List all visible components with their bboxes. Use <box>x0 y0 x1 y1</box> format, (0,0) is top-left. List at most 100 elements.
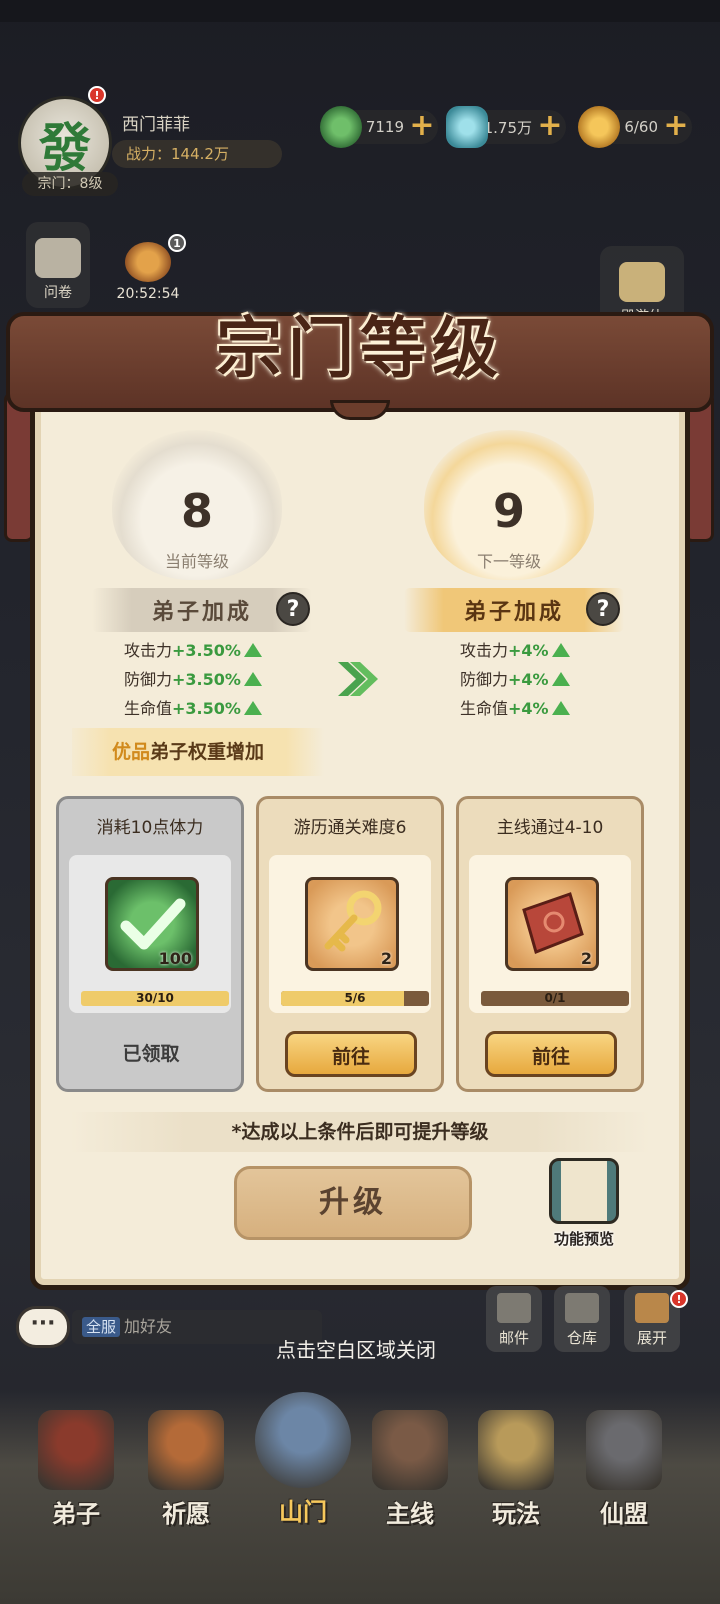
nav-gameplay-label: 玩法 <box>492 1499 540 1528</box>
current-level-label: 当前等级 <box>164 552 229 571</box>
up-arrow-icon <box>551 700 570 715</box>
next-level-label: 下一等级 <box>476 552 541 571</box>
next-stat-attack: 攻击力+4% <box>460 636 600 665</box>
task-progress-bar: 0/1 <box>481 991 629 1006</box>
up-arrow-icon <box>243 700 262 715</box>
task-progress-text: 30/10 <box>136 991 174 1005</box>
mail-button[interactable]: 邮件 <box>486 1286 542 1352</box>
current-stat-list: 攻击力+3.50% 防御力+3.50% 生命值+3.50% <box>124 636 294 723</box>
up-arrow-icon <box>551 642 570 657</box>
jade-coin-icon <box>320 106 362 148</box>
resource-money-bag[interactable]: 6/60 + <box>578 106 692 148</box>
quality-suffix: 弟子权重增加 <box>150 741 265 763</box>
task-progress-bar: 30/10 <box>81 991 229 1006</box>
next-stat-defense: 防御力+4% <box>460 665 600 694</box>
task-title: 消耗10点体力 <box>96 818 204 838</box>
red-scroll-icon[interactable]: 2 <box>505 877 599 971</box>
expand-label: 展开 <box>636 1329 667 1347</box>
avatar-glyph: 發 <box>38 117 91 179</box>
combat-power: 战力：144.2万 <box>112 140 282 168</box>
task-item-count: 2 <box>380 949 392 968</box>
gift-count-badge: 1 <box>168 234 186 252</box>
mountain-gate-icon <box>255 1392 351 1488</box>
quality-prefix: 优品 <box>112 741 151 763</box>
current-stat-hp: 生命值+3.50% <box>124 694 294 723</box>
task-progress-text: 5/6 <box>344 991 366 1005</box>
up-arrow-icon <box>243 671 262 686</box>
money-bag-icon <box>578 106 620 148</box>
nav-main-story-label: 主线 <box>386 1499 434 1528</box>
spirit-stone-icon <box>446 106 488 148</box>
avatar-notice-badge: ! <box>88 86 106 104</box>
claimed-label: 已领取 <box>122 1043 180 1065</box>
current-level-number: 8 <box>180 484 213 538</box>
status-bar <box>0 0 720 22</box>
nav-wish[interactable]: 祈愿 <box>136 1410 236 1540</box>
task-reward-area: 2 5/6 <box>269 855 431 1013</box>
task-card-stamina: 消耗10点体力 100 30/10 已领取 <box>56 796 244 1092</box>
task-progress-bar: 5/6 <box>281 991 429 1006</box>
nav-mountain-gate-label: 山门 <box>279 1497 327 1526</box>
next-level-number: 9 <box>492 484 525 538</box>
task-card-mainline: 主线通过4-10 2 0/1 前往 <box>456 796 644 1092</box>
gift-pouch-icon <box>125 242 171 282</box>
add-money-bag-icon[interactable]: + <box>662 111 690 141</box>
level-progress-arrow-icon <box>338 662 378 696</box>
gameplay-book-icon <box>478 1410 554 1490</box>
nav-gameplay[interactable]: 玩法 <box>466 1410 566 1540</box>
add-jade-icon[interactable]: + <box>408 111 436 141</box>
alliance-emblem-icon <box>586 1410 662 1490</box>
sect-level-label: 宗门：8级 <box>22 172 118 196</box>
quality-weight-banner: 优品弟子权重增加 <box>72 728 324 776</box>
golden-key-icon[interactable]: 2 <box>305 877 399 971</box>
nav-main-story[interactable]: 主线 <box>360 1410 460 1540</box>
next-stat-hp: 生命值+4% <box>460 694 600 723</box>
task-card-travel: 游历通关难度6 2 5/6 前往 <box>256 796 444 1092</box>
warehouse-label: 仓库 <box>566 1329 597 1347</box>
upgrade-button[interactable]: 升级 <box>234 1166 472 1240</box>
scroll-icon <box>549 1158 619 1224</box>
up-arrow-icon <box>243 642 262 657</box>
task-reward-area: 2 0/1 <box>469 855 631 1013</box>
nav-wish-label: 祈愿 <box>162 1499 210 1528</box>
next-bonus-help-icon[interactable]: ? <box>586 592 620 626</box>
task-item-count: 2 <box>580 949 592 968</box>
resource-spirit-stone-value: 1.75万 <box>483 118 532 137</box>
next-bonus-title-text: 弟子加成 <box>463 600 564 625</box>
warehouse-button[interactable]: 仓库 <box>554 1286 610 1352</box>
up-arrow-icon <box>551 671 570 686</box>
task-item-count: 100 <box>158 949 192 968</box>
check-orb-icon: 100 <box>105 877 199 971</box>
go-button-mainline[interactable]: 前往 <box>485 1031 617 1077</box>
current-bonus-title-text: 弟子加成 <box>151 600 252 625</box>
nav-mountain-gate[interactable]: 山门 <box>248 1392 358 1526</box>
current-bonus-help-icon[interactable]: ? <box>276 592 310 626</box>
go-button-travel[interactable]: 前往 <box>285 1031 417 1077</box>
mail-icon <box>497 1293 531 1323</box>
main-story-icon <box>372 1410 448 1490</box>
disciple-portrait-icon <box>38 1410 114 1490</box>
questionnaire-icon <box>35 238 81 278</box>
feature-preview-label: 功能预览 <box>553 1230 614 1248</box>
resource-jade[interactable]: 7119 + <box>320 106 438 148</box>
nav-disciples[interactable]: 弟子 <box>26 1410 126 1540</box>
panel-title: 宗门等级 <box>216 309 504 387</box>
task-title: 游历通关难度6 <box>293 818 407 838</box>
expand-notice-badge: ! <box>670 1290 688 1308</box>
expand-icon <box>635 1293 669 1323</box>
task-reward-area: 100 30/10 <box>69 855 231 1013</box>
resource-spirit-stone[interactable]: 1.75万 + <box>446 106 566 148</box>
add-spirit-stone-icon[interactable]: + <box>536 111 564 141</box>
mail-label: 邮件 <box>498 1329 529 1347</box>
upgrade-condition-note: *达成以上条件后即可提升等级 <box>70 1112 650 1152</box>
current-stat-defense: 防御力+3.50% <box>124 665 294 694</box>
player-name: 西门菲菲 <box>122 115 190 135</box>
next-stat-list: 攻击力+4% 防御力+4% 生命值+4% <box>460 636 600 723</box>
nav-alliance[interactable]: 仙盟 <box>574 1410 674 1540</box>
task-title: 主线通过4-10 <box>496 818 604 838</box>
resource-jade-value: 7119 <box>365 118 404 136</box>
feature-preview-button[interactable]: 功能预览 <box>536 1158 632 1254</box>
warehouse-icon <box>565 1293 599 1323</box>
nav-alliance-label: 仙盟 <box>600 1499 648 1528</box>
current-stat-attack: 攻击力+3.50% <box>124 636 294 665</box>
